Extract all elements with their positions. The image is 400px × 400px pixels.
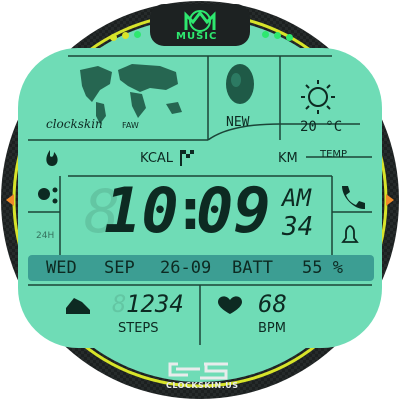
- world-map-brand: clockskin: [46, 117, 103, 131]
- temperature-value: 20 °C: [300, 119, 343, 135]
- left-nav-arrow-icon[interactable]: [6, 194, 14, 206]
- weekday: WED: [46, 258, 77, 278]
- moon-phase-icon: [226, 64, 254, 104]
- indicator-dot: [134, 31, 141, 38]
- right-nav-arrow-icon[interactable]: [386, 194, 394, 206]
- indicator-dot: [110, 34, 117, 41]
- steps-ghost-digit: 8: [112, 290, 127, 318]
- indicator-dot: [122, 32, 129, 39]
- music-label[interactable]: MUSIC: [176, 32, 217, 42]
- time-mode-24h: 24H: [36, 231, 55, 241]
- month: SEP: [104, 258, 135, 278]
- indicator-dot: [274, 32, 281, 39]
- battery-value: 55 %: [302, 258, 343, 278]
- km-label: KM: [278, 151, 298, 166]
- date: 26-09: [160, 258, 212, 278]
- battery-label: BATT: [232, 258, 273, 278]
- heart-rate-label: BPM: [258, 321, 286, 336]
- kcal-label: KCAL: [140, 151, 174, 166]
- world-map-tag: FAW: [122, 121, 139, 130]
- indicator-dot: [262, 31, 269, 38]
- heart-rate-value: 68: [258, 290, 287, 318]
- watch-face: MUSIC clockskin FAW NEW 20 °C TEMP KCAL …: [0, 0, 400, 400]
- indicator-dot: [286, 34, 293, 41]
- time-seconds: 34: [282, 212, 314, 242]
- moon-phase-label: NEW: [226, 115, 250, 130]
- time-hours: 10: [104, 174, 179, 247]
- steps-value: 1234: [126, 290, 184, 318]
- time-minutes: 09: [196, 174, 271, 247]
- brand-site[interactable]: CLOCKSKIN.US: [166, 382, 238, 390]
- temp-label: TEMP: [320, 149, 348, 160]
- time-ampm: AM: [282, 184, 311, 212]
- steps-label: STEPS: [118, 321, 159, 336]
